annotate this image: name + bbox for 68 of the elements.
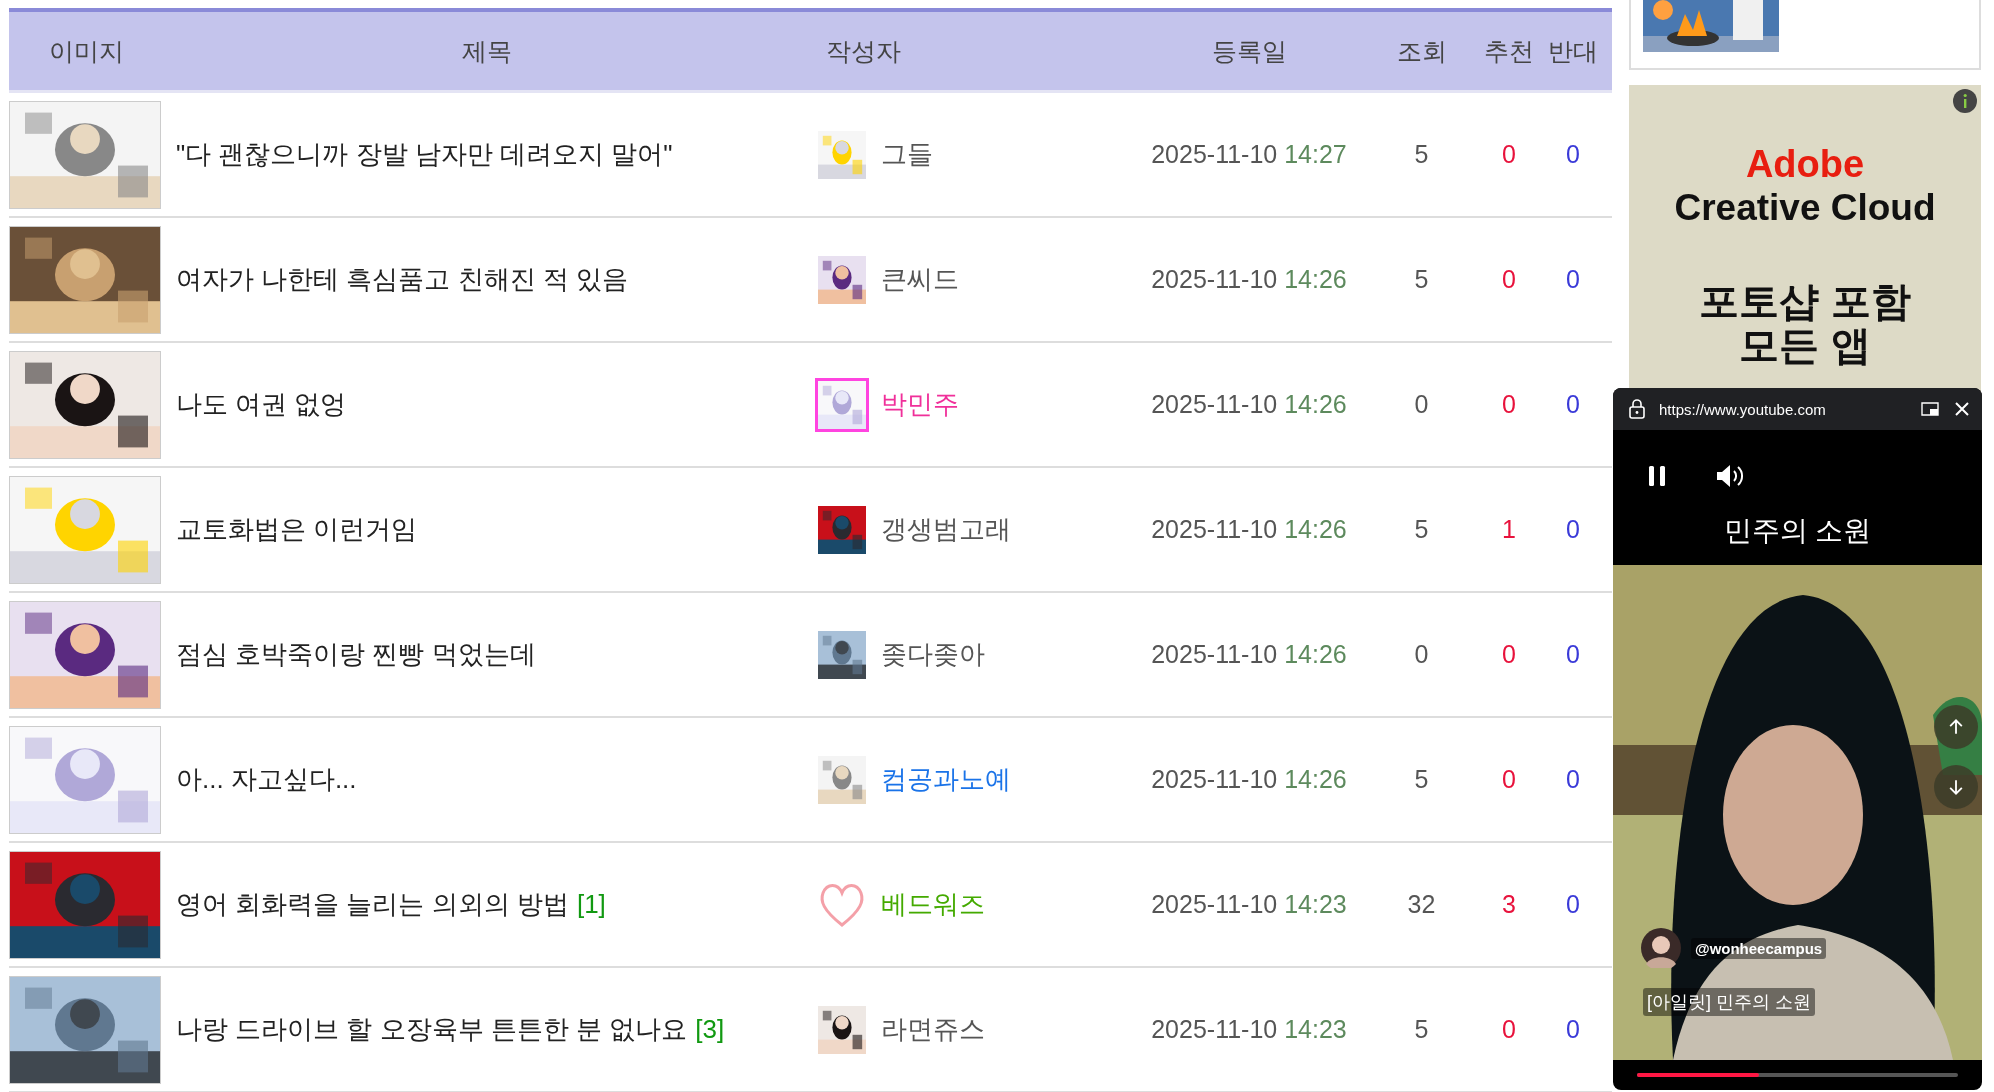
view-count: 5 <box>1413 515 1430 544</box>
author-name[interactable]: 컴공과노예 <box>881 762 1011 797</box>
upvote-count: 0 <box>1501 1015 1517 1044</box>
comment-count: [1] <box>576 889 606 920</box>
view-count: 0 <box>1413 640 1430 669</box>
author-name[interactable]: 라면쥬스 <box>881 1012 985 1047</box>
post-title[interactable]: 여자가 나한테 흑심품고 친해진 적 있음 <box>176 262 629 297</box>
ad-headline: 포토샵 포함 <box>1699 279 1911 323</box>
downvote-count: 0 <box>1565 265 1581 294</box>
column-header: 이미지 <box>48 35 125 67</box>
column-header: 작성자 <box>825 35 902 67</box>
post-date: 2025-11-10 14:27 <box>1150 140 1348 169</box>
post-title[interactable]: 점심 호박죽이랑 찐빵 먹었는데 <box>176 637 536 672</box>
post-title[interactable]: 영어 회화력을 늘리는 의외의 방법 <box>176 887 569 922</box>
author-name[interactable]: 박민주 <box>881 387 959 422</box>
url-text: https://www.youtube.com <box>1659 400 1827 418</box>
author-name[interactable]: 그들 <box>881 137 933 172</box>
info-icon[interactable] <box>1953 89 1977 113</box>
author-name[interactable]: 좆다좆아 <box>881 637 985 672</box>
upvote-count: 0 <box>1501 140 1517 169</box>
post-date: 2025-11-10 14:26 <box>1150 765 1348 794</box>
post-title[interactable]: 아... 자고싶다... <box>176 762 357 797</box>
view-count: 5 <box>1413 265 1430 294</box>
post-date: 2025-11-10 14:23 <box>1150 1015 1348 1044</box>
view-count: 0 <box>1413 390 1430 419</box>
post-date: 2025-11-10 14:26 <box>1150 390 1348 419</box>
downvote-count: 0 <box>1565 640 1581 669</box>
downvote-count: 0 <box>1565 765 1581 794</box>
upvote-count: 0 <box>1501 265 1517 294</box>
author-name[interactable]: 큰씨드 <box>881 262 959 297</box>
post-date: 2025-11-10 14:26 <box>1150 515 1348 544</box>
column-header: 등록일 <box>1210 35 1288 67</box>
post-date: 2025-11-10 14:26 <box>1150 640 1348 669</box>
downvote-count: 0 <box>1565 390 1581 419</box>
post-date: 2025-11-10 14:23 <box>1150 890 1348 919</box>
column-header: 반대 <box>1547 35 1599 67</box>
column-header: 추천 <box>1484 35 1534 67</box>
ad-product: Creative Cloud <box>1674 187 1936 229</box>
author-name[interactable]: 갱생범고래 <box>881 512 1011 547</box>
ad-brand: Adobe <box>1745 145 1865 183</box>
column-header: 조회 <box>1395 35 1448 67</box>
view-count: 5 <box>1413 765 1430 794</box>
upvote-count: 3 <box>1501 890 1517 919</box>
video-title-overlay: 민주의 소원 <box>1722 514 1873 548</box>
post-title[interactable]: "다 괜찮으니까 장발 남자만 데려오지 말어" <box>176 137 673 172</box>
downvote-count: 0 <box>1565 140 1581 169</box>
lock-icon <box>1627 399 1647 419</box>
post-title[interactable]: 나랑 드라이브 할 오장육부 튼튼한 분 없나요 <box>176 1012 688 1047</box>
view-count: 5 <box>1413 1015 1430 1044</box>
view-count: 32 <box>1406 890 1437 919</box>
upvote-count: 0 <box>1501 765 1517 794</box>
upvote-count: 0 <box>1501 390 1517 419</box>
comment-count: [3] <box>695 1014 725 1045</box>
expand-icon[interactable] <box>1920 399 1940 419</box>
post-title[interactable]: 나도 여권 없엉 <box>176 387 347 422</box>
downvote-count: 0 <box>1565 890 1581 919</box>
upvote-count: 0 <box>1501 640 1517 669</box>
progress-track[interactable] <box>1637 1073 1958 1077</box>
downvote-count: 0 <box>1565 1015 1581 1044</box>
view-count: 5 <box>1413 140 1430 169</box>
post-title[interactable]: 교토화법은 이런거임 <box>176 512 418 547</box>
column-header: 제목 <box>460 35 513 67</box>
video-caption: [아일릿] 민주의 소원 <box>1643 988 1815 1016</box>
downvote-count: 0 <box>1565 515 1581 544</box>
post-date: 2025-11-10 14:26 <box>1150 265 1348 294</box>
avatar-icon[interactable] <box>1641 928 1681 968</box>
upvote-count: 1 <box>1501 515 1517 544</box>
ad-subline: 모든 앱 <box>1739 323 1871 367</box>
